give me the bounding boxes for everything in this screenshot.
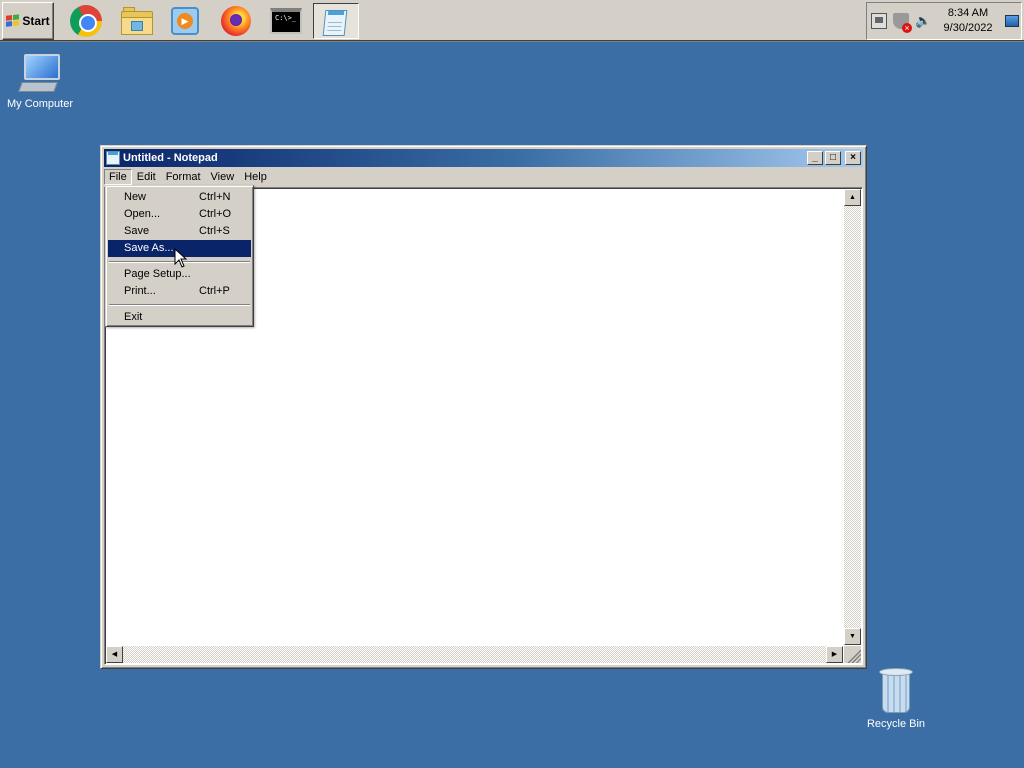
firefox-icon <box>221 6 251 36</box>
menu-separator <box>108 300 251 309</box>
menu-item-label: Exit <box>124 311 143 323</box>
menu-item-print[interactable]: Print... Ctrl+P <box>108 283 251 300</box>
my-computer-label: My Computer <box>6 98 74 110</box>
cmd-icon: C:\>_ <box>270 8 302 34</box>
scroll-left-button[interactable]: ◀ <box>106 646 123 663</box>
mouse-cursor-icon <box>174 248 188 268</box>
menu-item-label: Save <box>124 225 150 237</box>
notepad-title-icon[interactable] <box>106 151 120 165</box>
menu-item-page-setup[interactable]: Page Setup... <box>108 266 251 283</box>
close-button[interactable]: × <box>845 151 861 165</box>
menu-file[interactable]: File <box>104 169 132 185</box>
horizontal-scrollbar[interactable]: ◀ ▶ <box>106 646 843 663</box>
scroll-right-button[interactable]: ▶ <box>826 646 843 663</box>
menu-item-label: New <box>124 191 147 203</box>
menu-edit[interactable]: Edit <box>132 169 161 185</box>
menu-item-shortcut: Ctrl+P <box>199 285 230 297</box>
minimize-button[interactable]: _ <box>807 151 823 165</box>
recycle-bin-label: Recycle Bin <box>866 718 926 730</box>
media-player-icon: ▶ <box>171 7 199 35</box>
maximize-button[interactable]: □ <box>825 151 841 165</box>
menu-item-label: Save As... <box>124 242 174 254</box>
show-desktop-icon[interactable] <box>1005 15 1019 27</box>
notepad-icon <box>322 6 350 36</box>
action-center-icon[interactable] <box>893 13 912 33</box>
menu-item-label: Page Setup... <box>124 268 191 280</box>
windows-flag-icon <box>6 14 20 27</box>
menu-item-shortcut: Ctrl+N <box>199 191 231 203</box>
volume-icon[interactable]: 🔈 <box>915 13 931 29</box>
computer-icon <box>18 54 62 94</box>
chrome-icon <box>70 5 102 37</box>
start-button[interactable]: Start <box>2 2 54 40</box>
menu-help[interactable]: Help <box>239 169 272 185</box>
vertical-scrollbar[interactable]: ▲ ▼ <box>844 189 861 645</box>
menu-format[interactable]: Format <box>161 169 206 185</box>
clock-time: 8:34 AM <box>947 7 989 19</box>
menu-item-shortcut: Ctrl+O <box>199 208 232 220</box>
my-computer-desktop-icon[interactable]: My Computer <box>0 54 80 110</box>
media-player-taskbar-button[interactable]: ▶ <box>162 3 208 39</box>
system-tray: 🔈 8:34 AM 9/30/2022 <box>866 2 1022 40</box>
menu-item-open[interactable]: Open... Ctrl+O <box>108 206 251 223</box>
recycle-bin-desktop-icon[interactable]: Recycle Bin <box>856 668 936 730</box>
resize-grip[interactable] <box>844 646 861 663</box>
cmd-taskbar-button[interactable]: C:\>_ <box>263 3 309 39</box>
scroll-down-button[interactable]: ▼ <box>844 628 861 645</box>
firefox-taskbar-button[interactable] <box>213 3 259 39</box>
start-label: Start <box>22 14 50 28</box>
menu-item-exit[interactable]: Exit <box>108 309 251 326</box>
menu-view[interactable]: View <box>206 169 240 185</box>
clock-date: 9/30/2022 <box>943 22 993 34</box>
taskbar: Start ▶ C:\>_ 🔈 8:34 AM 9/30/2022 <box>0 0 1024 42</box>
folder-icon <box>121 7 153 35</box>
window-title: Untitled - Notepad <box>123 152 218 164</box>
notepad-taskbar-button[interactable] <box>313 3 359 39</box>
title-bar[interactable]: Untitled - Notepad _ □ × <box>104 149 863 167</box>
menu-item-new[interactable]: New Ctrl+N <box>108 189 251 206</box>
clock[interactable]: 8:34 AM 9/30/2022 <box>939 6 997 36</box>
menu-item-label: Open... <box>124 208 161 220</box>
recycle-bin-icon <box>878 668 914 714</box>
network-icon[interactable] <box>871 13 887 29</box>
menu-item-label: Print... <box>124 285 156 297</box>
chrome-taskbar-button[interactable] <box>63 3 109 39</box>
menu-bar: File Edit Format View Help <box>104 168 863 186</box>
scroll-up-button[interactable]: ▲ <box>844 189 861 206</box>
menu-item-save[interactable]: Save Ctrl+S <box>108 223 251 240</box>
explorer-taskbar-button[interactable] <box>114 3 160 39</box>
menu-item-shortcut: Ctrl+S <box>199 225 230 237</box>
